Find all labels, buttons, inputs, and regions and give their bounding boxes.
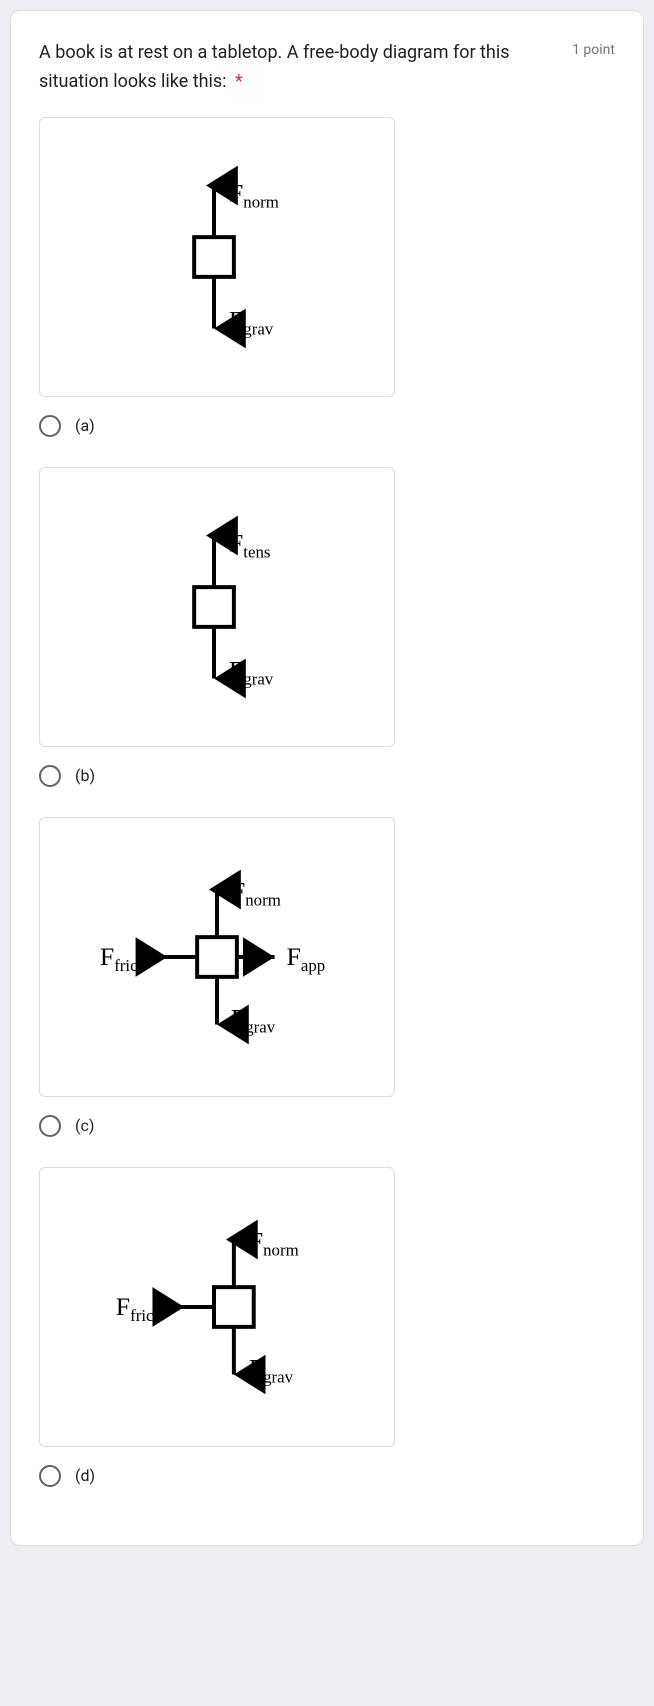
question-card: A book is at rest on a tabletop. A free-… <box>10 10 644 1546</box>
svg-text:Fgrav: Fgrav <box>231 1003 276 1036</box>
option-d-label: (d) <box>75 1466 95 1485</box>
svg-text:Fnorm: Fnorm <box>231 876 281 909</box>
option-c-label: (c) <box>75 1116 94 1135</box>
option-c-image: Fnorm Fgrav Ffrict Fapp <box>39 817 395 1097</box>
fbd-diagram-c: Fnorm Fgrav Ffrict Fapp <box>40 818 394 1096</box>
option-d-radio-row[interactable]: (d) <box>39 1461 615 1499</box>
svg-text:Fnorm: Fnorm <box>229 178 279 211</box>
svg-text:Fgrav: Fgrav <box>249 1353 294 1386</box>
option-a-image: Fnorm Fgrav <box>39 117 395 397</box>
radio-icon <box>39 415 61 437</box>
question-header: A book is at rest on a tabletop. A free-… <box>39 39 615 97</box>
option-a-label: (a) <box>75 416 95 435</box>
radio-icon <box>39 1465 61 1487</box>
question-text: A book is at rest on a tabletop. A free-… <box>39 39 562 97</box>
option-c-radio-row[interactable]: (c) <box>39 1111 615 1149</box>
points-label: 1 point <box>572 42 615 58</box>
radio-icon <box>39 1115 61 1137</box>
svg-text:Fapp: Fapp <box>287 942 326 975</box>
option-d-image: Fnorm Fgrav Ffrict <box>39 1167 395 1447</box>
option-d-block: Fnorm Fgrav Ffrict (d) <box>39 1167 615 1499</box>
svg-text:Fnorm: Fnorm <box>249 1226 299 1259</box>
option-a-block: Fnorm Fgrav (a) <box>39 117 615 449</box>
svg-text:Fgrav: Fgrav <box>229 305 274 338</box>
option-c-block: Fnorm Fgrav Ffrict Fapp (c) <box>39 817 615 1149</box>
option-a-radio-row[interactable]: (a) <box>39 411 615 449</box>
option-b-label: (b) <box>75 766 95 785</box>
svg-text:Fgrav: Fgrav <box>229 655 274 688</box>
option-b-radio-row[interactable]: (b) <box>39 761 615 799</box>
fbd-diagram-a: Fnorm Fgrav <box>40 118 394 396</box>
svg-text:Ftens: Ftens <box>229 528 271 561</box>
option-b-image: Ftens Fgrav <box>39 467 395 747</box>
fbd-diagram-d: Fnorm Fgrav Ffrict <box>40 1168 394 1446</box>
required-asterisk: * <box>235 71 243 92</box>
fbd-diagram-b: Ftens Fgrav <box>40 468 394 746</box>
option-b-block: Ftens Fgrav (b) <box>39 467 615 799</box>
question-text-content: A book is at rest on a tabletop. A free-… <box>39 42 510 92</box>
svg-text:Ffrict: Ffrict <box>100 942 143 975</box>
radio-icon <box>39 765 61 787</box>
svg-text:Ffrict: Ffrict <box>116 1292 159 1325</box>
